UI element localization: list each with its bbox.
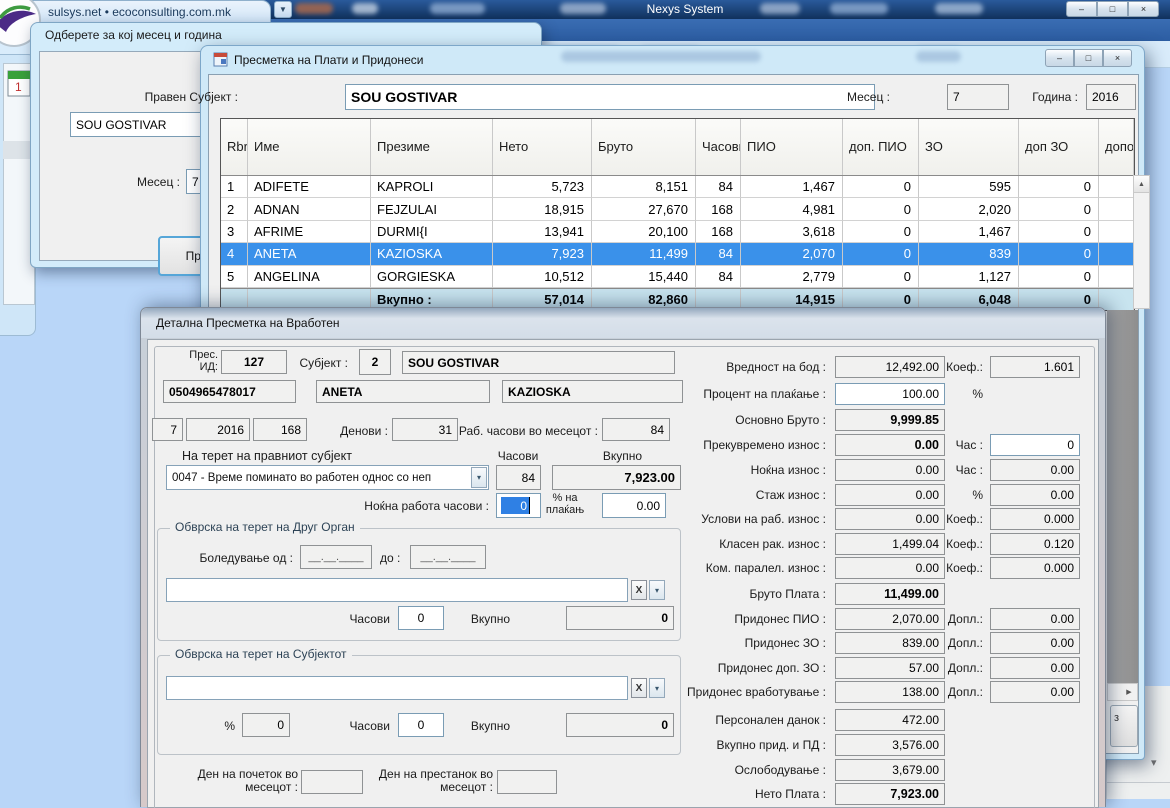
calc-row-sublabel: Допл.: bbox=[915, 685, 983, 699]
calc-row-label: Придонес ЗО : bbox=[630, 636, 826, 650]
calc-row-sublabel: % bbox=[915, 488, 983, 502]
calc-row-sublabel: Час : bbox=[915, 438, 983, 452]
calc-subvalue-field: 0.000 bbox=[990, 557, 1080, 579]
calc-row-sublabel: Допл.: bbox=[915, 612, 983, 626]
calc-row-sublabel: Коеф.: bbox=[915, 561, 983, 575]
calc-subvalue-field: 0.00 bbox=[990, 484, 1080, 506]
calc-subvalue-field[interactable]: 0 bbox=[990, 434, 1080, 456]
calc-subvalue-field: 0.000 bbox=[990, 508, 1080, 530]
calc-subvalue: 0.00 bbox=[1051, 636, 1074, 650]
calc-subvalue: 0.00 bbox=[1051, 612, 1074, 626]
calc-value-field: 472.00 bbox=[835, 709, 945, 731]
calc-subvalue: 1.601 bbox=[1044, 360, 1074, 374]
calc-row-sublabel: Час : bbox=[915, 463, 983, 477]
calc-row-label: Ослободување : bbox=[630, 763, 826, 777]
calc-row-sublabel: Коеф.: bbox=[915, 537, 983, 551]
calc-subvalue: 0.120 bbox=[1044, 537, 1074, 551]
calc-value: 9,999.85 bbox=[890, 413, 939, 427]
calc-value-field: 11,499.00 bbox=[835, 583, 945, 605]
calc-value-field: 3,576.00 bbox=[835, 734, 945, 756]
calc-subvalue: 0.00 bbox=[1051, 463, 1074, 477]
calc-row-label: Стаж износ : bbox=[630, 488, 826, 502]
calc-value-field: 3,679.00 bbox=[835, 759, 945, 781]
calc-subvalue-field: 1.601 bbox=[990, 356, 1080, 378]
calc-row-label: Придонес вработување : bbox=[630, 685, 826, 699]
calc-subvalue-field: 0.120 bbox=[990, 533, 1080, 555]
calc-row-label: Процент на плаќање : bbox=[630, 387, 826, 401]
calc-value: 11,499.00 bbox=[884, 587, 939, 601]
calc-row-label: Бруто Плата : bbox=[630, 587, 826, 601]
calc-row-label: Ком. паралел. износ : bbox=[630, 561, 826, 575]
calc-row-label: Вкупно прид. и ПД : bbox=[630, 738, 826, 752]
calc-subvalue-field: 0.00 bbox=[990, 459, 1080, 481]
calc-subvalue: 0.000 bbox=[1044, 512, 1074, 526]
calc-value: 472.00 bbox=[902, 713, 939, 727]
calc-row-sublabel: Коеф.: bbox=[915, 360, 983, 374]
calc-row-label: Основно Бруто : bbox=[630, 413, 826, 427]
calc-row-label: Класен рак. износ : bbox=[630, 537, 826, 551]
calc-row-label: Придонес доп. ЗО : bbox=[630, 661, 826, 675]
calc-value-field: 9,999.85 bbox=[835, 409, 945, 431]
calc-subvalue-field: 0.00 bbox=[990, 657, 1080, 679]
calc-value-field: 7,923.00 bbox=[835, 783, 945, 805]
calc-row-sublabel: Допл.: bbox=[915, 636, 983, 650]
calc-row-label: Вредност на бод : bbox=[630, 360, 826, 374]
calc-row-sublabel: Допл.: bbox=[915, 661, 983, 675]
calc-subvalue: 0 bbox=[1067, 438, 1074, 452]
calc-row-label: Услови на раб. износ : bbox=[630, 512, 826, 526]
calc-subvalue: 0.00 bbox=[1051, 685, 1074, 699]
calc-subvalue-field: 0.00 bbox=[990, 608, 1080, 630]
calc-row-sublabel: Коеф.: bbox=[915, 512, 983, 526]
calc-subvalue: 0.000 bbox=[1044, 561, 1074, 575]
calc-column: Вредност на бод :12,492.00Коеф.:1.601Про… bbox=[0, 0, 1170, 799]
calc-subvalue: 0.00 bbox=[1051, 661, 1074, 675]
calc-subvalue-field: 0.00 bbox=[990, 632, 1080, 654]
calc-row-label: Ноќна износ : bbox=[630, 463, 826, 477]
detail-window-layer: Детална Пресметка на Вработен Прес. ИД: … bbox=[0, 0, 1170, 799]
calc-subvalue: 0.00 bbox=[1051, 488, 1074, 502]
calc-value: 3,679.00 bbox=[892, 763, 939, 777]
calc-row-label: Придонес ПИО : bbox=[630, 612, 826, 626]
calc-row-sublabel: % bbox=[915, 387, 983, 401]
calc-value: 3,576.00 bbox=[892, 738, 939, 752]
calc-row-label: Персонален данок : bbox=[630, 713, 826, 727]
calc-row-label: Прекувремено износ : bbox=[630, 438, 826, 452]
calc-subvalue-field: 0.00 bbox=[990, 681, 1080, 703]
